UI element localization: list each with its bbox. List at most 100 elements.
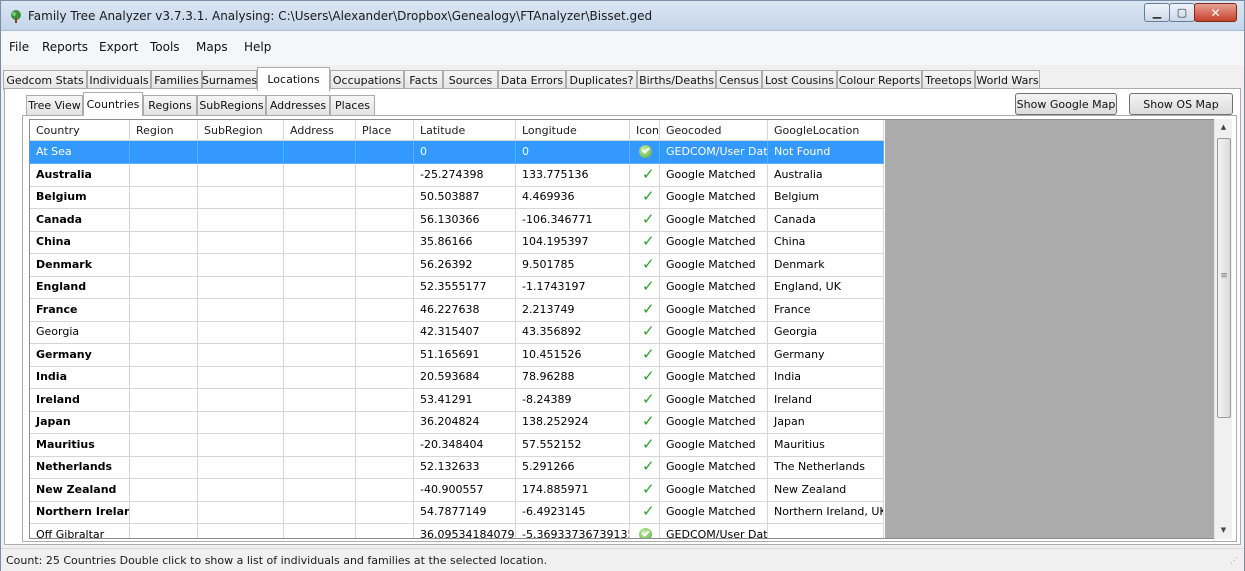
tab-gedcom-stats[interactable]: Gedcom Stats — [3, 70, 87, 90]
column-header-address[interactable]: Address — [284, 120, 356, 141]
table-row[interactable]: Off Gibraltar 36.09534184079872-5.3693373… — [30, 523, 885, 538]
column-header-icon[interactable]: Icon — [630, 120, 660, 141]
menu-export[interactable]: Export — [99, 40, 138, 54]
status-text: Count: 25 Countries Double click to show… — [6, 554, 548, 567]
tab-addresses[interactable]: Addresses — [266, 95, 330, 115]
resize-grip-icon[interactable]: ⋰ — [1230, 557, 1240, 568]
show-os-map-button[interactable]: Show OS Map — [1129, 93, 1233, 115]
column-header-longitude[interactable]: Longitude — [516, 120, 630, 141]
cell-geocoded: GEDCOM/User Data — [660, 523, 768, 538]
table-row[interactable]: Denmark 56.26392 9.501785 ✓ Google Matched De… — [30, 253, 885, 277]
column-header-region[interactable]: Region — [130, 120, 198, 141]
table-row[interactable]: Netherlands 52.132633 5.291266 ✓ Google Matc… — [30, 456, 885, 479]
cell-subregion — [198, 366, 284, 389]
menu-reports[interactable]: Reports — [42, 40, 88, 54]
menu-help[interactable]: Help — [244, 40, 271, 54]
scroll-thumb[interactable]: ≡ — [1217, 138, 1231, 418]
tab-census[interactable]: Census — [716, 70, 762, 90]
cell-latitude: 56.130366 — [414, 208, 516, 232]
table-row[interactable]: Australia -25.274398 133.775136 ✓ Google Mat… — [30, 163, 885, 187]
cell-subregion — [198, 478, 284, 502]
menu-tools[interactable]: Tools — [150, 40, 180, 54]
cell-place — [356, 208, 414, 232]
table-row[interactable]: Germany 51.165691 10.451526 ✓ Google Matched… — [30, 343, 885, 367]
cell-subregion — [198, 523, 284, 538]
tab-births-deaths[interactable]: Births/Deaths — [637, 70, 716, 90]
table-row[interactable]: At Sea 0 0 GEDCOM/User Data Not Found — [30, 141, 885, 164]
cell-google-location: Japan — [768, 411, 884, 434]
table-row[interactable]: Georgia 42.315407 43.356892 ✓ Google Matched… — [30, 321, 885, 344]
tab-lost-cousins[interactable]: Lost Cousins — [762, 70, 837, 90]
tab-occupations[interactable]: Occupations — [330, 70, 404, 90]
cell-geocoded: Google Matched — [660, 231, 768, 254]
minimize-button[interactable]: ▁ — [1144, 3, 1170, 22]
tab-individuals[interactable]: Individuals — [87, 70, 151, 90]
tab-regions[interactable]: Regions — [143, 95, 197, 115]
maximize-button[interactable]: ▢ — [1169, 3, 1195, 22]
tab-world-wars[interactable]: World Wars — [975, 70, 1040, 90]
vertical-scrollbar[interactable]: ▲ ≡ ▼ — [1214, 119, 1232, 539]
tab-treetops[interactable]: Treetops — [922, 70, 975, 90]
cell-geocoded: Google Matched — [660, 186, 768, 209]
table-row[interactable]: England 52.3555177 -1.1743197 ✓ Google Match… — [30, 276, 885, 299]
tab-surnames[interactable]: Surnames — [202, 70, 257, 90]
cell-region — [130, 231, 198, 254]
tab-tree-view[interactable]: Tree View — [26, 95, 83, 115]
tab-subregions[interactable]: SubRegions — [197, 95, 266, 115]
table-row[interactable]: Mauritius -20.348404 57.552152 ✓ Google Matc… — [30, 433, 885, 457]
table-row[interactable]: France 46.227638 2.213749 ✓ Google Matched Fr… — [30, 298, 885, 322]
table-row[interactable]: Belgium 50.503887 4.469936 ✓ Google Matched B… — [30, 186, 885, 209]
cell-country: At Sea — [30, 141, 130, 164]
tab-locations[interactable]: Locations — [257, 67, 330, 91]
cell-address — [284, 478, 356, 502]
tab-places[interactable]: Places — [330, 95, 375, 115]
cell-latitude: 50.503887 — [414, 186, 516, 209]
cell-address — [284, 388, 356, 412]
table-row[interactable]: Japan 36.204824 138.252924 ✓ Google Matched J… — [30, 411, 885, 434]
close-button[interactable]: ✕ — [1194, 3, 1237, 22]
tab-families[interactable]: Families — [151, 70, 202, 90]
cell-region — [130, 478, 198, 502]
menu-file[interactable]: File — [9, 40, 29, 54]
scroll-up-icon[interactable]: ▲ — [1215, 119, 1232, 136]
tab-countries[interactable]: Countries — [83, 92, 143, 116]
close-icon: ✕ — [1210, 5, 1221, 20]
tab-data-errors[interactable]: Data Errors — [498, 70, 566, 90]
column-header-geocoded[interactable]: Geocoded — [660, 120, 768, 141]
cell-google-location: England, UK — [768, 276, 884, 299]
check-icon: ✓ — [642, 479, 655, 498]
menu-maps[interactable]: Maps — [196, 40, 228, 54]
tab-sources[interactable]: Sources — [443, 70, 498, 90]
title-bar[interactable]: Family Tree Analyzer v3.7.3.1. Analysing… — [1, 1, 1244, 31]
table-row[interactable]: Northern Ireland 54.7877149 -6.4923145 ✓ Goo… — [30, 501, 885, 524]
tab-colour-reports[interactable]: Colour Reports — [837, 70, 922, 90]
table-row[interactable]: Canada 56.130366 -106.346771 ✓ Google Matche… — [30, 208, 885, 232]
cell-address — [284, 298, 356, 322]
cell-subregion — [198, 276, 284, 299]
column-header-latitude[interactable]: Latitude — [414, 120, 516, 141]
cell-address — [284, 321, 356, 344]
scroll-down-icon[interactable]: ▼ — [1215, 522, 1232, 539]
cell-longitude: 0 — [516, 141, 630, 164]
cell-region — [130, 456, 198, 479]
column-header-google-location[interactable]: GoogleLocation — [768, 120, 884, 141]
cell-address — [284, 411, 356, 434]
column-header-place[interactable]: Place — [356, 120, 414, 141]
column-header-country[interactable]: Country — [30, 120, 130, 141]
table-row[interactable]: Ireland 53.41291 -8.24389 ✓ Google Matched Ir… — [30, 388, 885, 412]
table-row[interactable]: New Zealand -40.900557 174.885971 ✓ Google M… — [30, 478, 885, 502]
app-tree-icon — [11, 10, 21, 23]
cell-longitude: 5.291266 — [516, 456, 630, 479]
cell-geocoded: Google Matched — [660, 343, 768, 367]
countries-grid[interactable]: Country Region SubRegion Address Place Latitu… — [29, 119, 1232, 539]
table-row[interactable]: India 20.593684 78.96288 ✓ Google Matched Ind… — [30, 366, 885, 389]
cell-geocoded: Google Matched — [660, 411, 768, 434]
cell-subregion — [198, 411, 284, 434]
tab-facts[interactable]: Facts — [404, 70, 443, 90]
cell-longitude: 133.775136 — [516, 163, 630, 187]
cell-icon: ✓ — [630, 343, 660, 367]
column-header-subregion[interactable]: SubRegion — [198, 120, 284, 141]
tab-duplicates[interactable]: Duplicates? — [566, 70, 637, 90]
show-google-map-button[interactable]: Show Google Map — [1015, 93, 1117, 115]
table-row[interactable]: China 35.86166 104.195397 ✓ Google Matched Ch… — [30, 231, 885, 254]
